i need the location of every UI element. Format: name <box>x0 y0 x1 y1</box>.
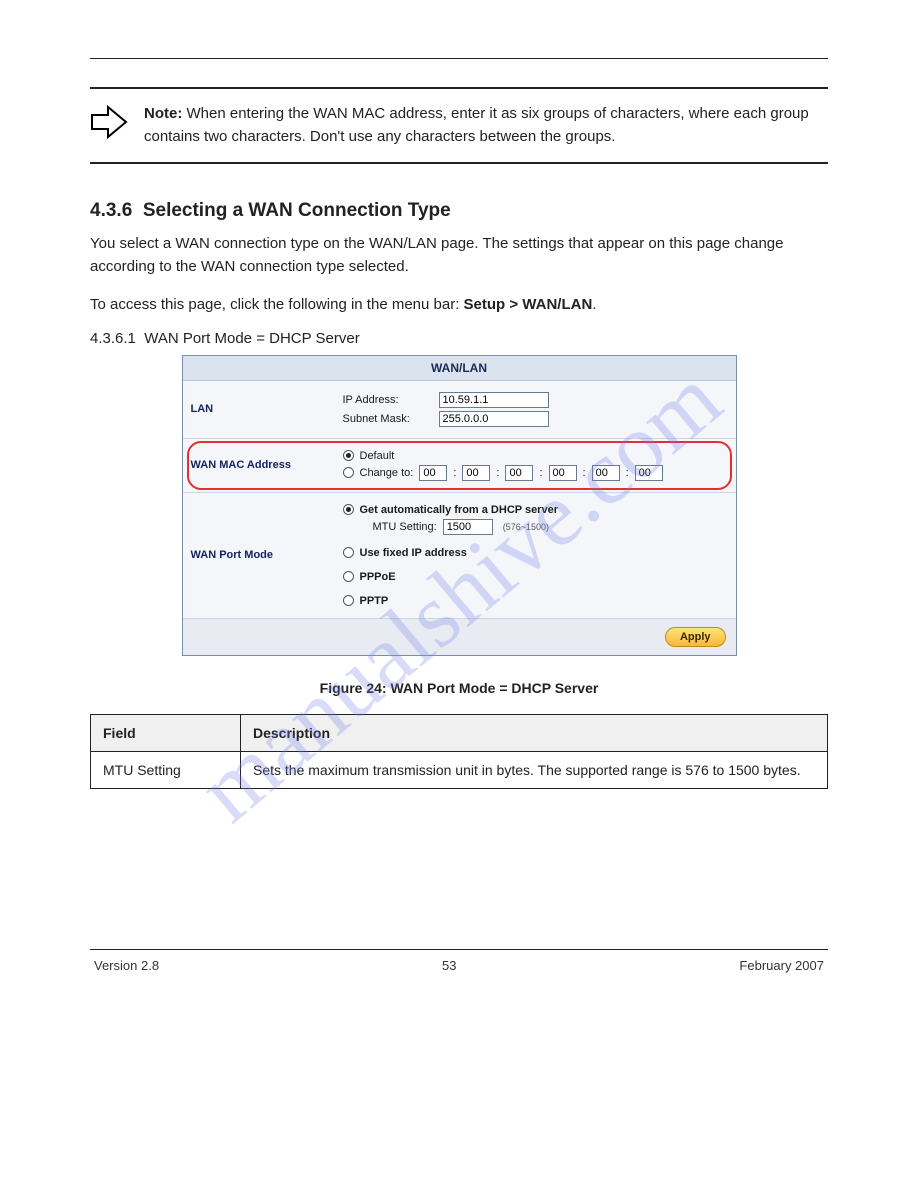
td-description: Sets the maximum transmission unit in by… <box>241 751 828 788</box>
page-content: Note: When entering the WAN MAC address,… <box>0 0 918 1013</box>
panel-footer: Apply <box>183 619 736 655</box>
mac-octet-5[interactable] <box>592 465 620 481</box>
mac-change-label: Change to: <box>360 467 414 479</box>
wan-lan-panel: WAN/LAN LAN IP Address: Subnet Mask: WAN… <box>182 355 737 656</box>
subnet-mask-label: Subnet Mask: <box>343 413 433 425</box>
mac-octet-2[interactable] <box>462 465 490 481</box>
footer-rule <box>90 949 828 950</box>
pppoe-radio[interactable] <box>343 571 354 582</box>
th-description: Description <box>241 714 828 751</box>
mac-default-label: Default <box>360 450 395 462</box>
wan-port-mode-label: WAN Port Mode <box>183 493 333 618</box>
dhcp-label: Get automatically from a DHCP server <box>360 504 558 516</box>
wan-mac-label: WAN MAC Address <box>183 439 333 492</box>
subnet-mask-input[interactable] <box>439 411 549 427</box>
dhcp-radio[interactable] <box>343 504 354 515</box>
lan-label: LAN <box>183 381 333 438</box>
mtu-range: (576~1500) <box>503 522 549 532</box>
mtu-label: MTU Setting: <box>373 521 437 533</box>
table-row: MTU Setting Sets the maximum transmissio… <box>91 751 828 788</box>
ip-address-label: IP Address: <box>343 394 433 406</box>
mac-octet-1[interactable] <box>419 465 447 481</box>
td-field: MTU Setting <box>91 751 241 788</box>
fixed-ip-label: Use fixed IP address <box>360 547 467 559</box>
nav-path: Setup > WAN/LAN <box>464 296 593 313</box>
note-body: When entering the WAN MAC address, enter… <box>144 105 809 145</box>
panel-title: WAN/LAN <box>183 356 736 381</box>
note-label: Note: <box>144 105 187 122</box>
section-heading: 4.3.6 Selecting a WAN Connection Type <box>90 200 828 222</box>
field-description-table: Field Description MTU Setting Sets the m… <box>90 714 828 789</box>
note-text: Note: When entering the WAN MAC address,… <box>144 103 828 148</box>
nav-paragraph: To access this page, click the following… <box>90 293 828 316</box>
mac-octet-3[interactable] <box>505 465 533 481</box>
ip-address-input[interactable] <box>439 392 549 408</box>
wan-mac-row: WAN MAC Address Default Change to: : : : <box>183 439 736 493</box>
th-field: Field <box>91 714 241 751</box>
footer-page-number: 53 <box>442 958 456 973</box>
mac-octet-4[interactable] <box>549 465 577 481</box>
lan-row: LAN IP Address: Subnet Mask: <box>183 381 736 439</box>
footer-date: February 2007 <box>739 958 824 973</box>
footer-version: Version 2.8 <box>94 958 159 973</box>
pptp-label: PPTP <box>360 595 389 607</box>
figure-caption: Figure 24: WAN Port Mode = DHCP Server <box>90 680 828 696</box>
pptp-radio[interactable] <box>343 595 354 606</box>
mtu-input[interactable] <box>443 519 493 535</box>
mac-octet-6[interactable] <box>635 465 663 481</box>
fixed-ip-radio[interactable] <box>343 547 354 558</box>
mac-change-radio[interactable] <box>343 467 354 478</box>
subsection-heading: 4.3.6.1 WAN Port Mode = DHCP Server <box>90 330 828 347</box>
pppoe-label: PPPoE <box>360 571 396 583</box>
page-footer: Version 2.8 53 February 2007 <box>90 958 828 973</box>
mac-default-radio[interactable] <box>343 450 354 461</box>
arrow-right-icon <box>90 105 130 144</box>
note-callout: Note: When entering the WAN MAC address,… <box>90 87 828 164</box>
intro-paragraph: You select a WAN connection type on the … <box>90 232 828 279</box>
table-header-row: Field Description <box>91 714 828 751</box>
wan-port-mode-row: WAN Port Mode Get automatically from a D… <box>183 493 736 619</box>
apply-button[interactable]: Apply <box>665 627 726 647</box>
header-rule <box>90 58 828 59</box>
